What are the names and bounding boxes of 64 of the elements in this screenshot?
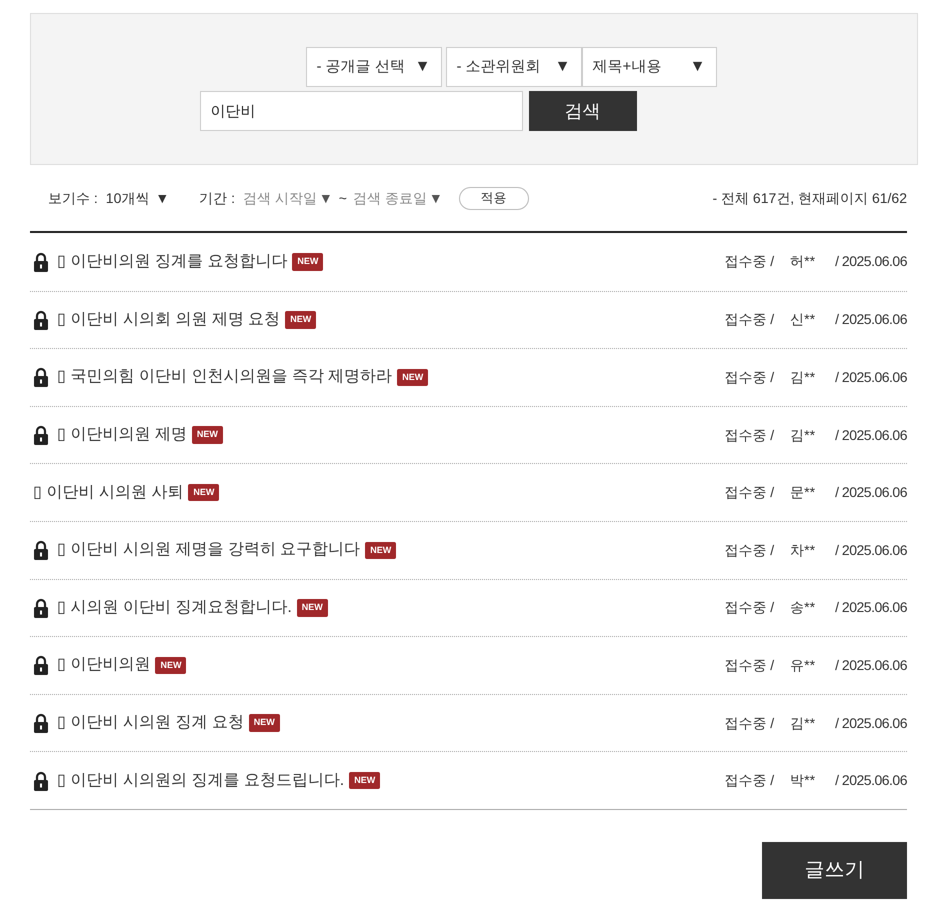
post-status: 접수중 / bbox=[724, 310, 774, 330]
new-badge: NEW bbox=[296, 599, 328, 617]
new-badge: NEW bbox=[188, 484, 220, 502]
post-title[interactable]: ▯ 이단비 시의원 징계 요청 bbox=[57, 711, 244, 736]
result-summary: - 전체 617건, 현재페이지 61/62 bbox=[712, 188, 907, 208]
write-button[interactable]: 글쓰기 bbox=[762, 842, 907, 899]
end-date-select[interactable]: 검색 종료일▼ bbox=[352, 188, 443, 208]
post-author: 유** bbox=[790, 656, 816, 675]
post-date: / 2025.06.06 bbox=[835, 368, 907, 387]
post-title[interactable]: ▯ 이단비의원 제명 bbox=[57, 423, 187, 448]
post-title[interactable]: ▯ 이단비 시의원의 징계를 요청드립니다. bbox=[57, 768, 344, 793]
post-author: 김** bbox=[790, 426, 816, 445]
post-author: 김** bbox=[790, 368, 816, 387]
post-title[interactable]: ▯ 이단비의원 bbox=[57, 653, 150, 678]
post-date: / 2025.06.06 bbox=[835, 714, 907, 733]
post-date: / 2025.06.06 bbox=[835, 483, 907, 502]
post-title[interactable]: ▯ 이단비 시의회 의원 제명 요청 bbox=[57, 308, 280, 332]
post-date: / 2025.06.06 bbox=[835, 252, 907, 272]
post-title[interactable]: ▯ 시의원 이단비 징계요청합니다. bbox=[57, 596, 292, 620]
post-title[interactable]: ▯ 이단비 시의원 제명을 강력히 요구합니다 bbox=[57, 538, 360, 562]
tilde: ~ bbox=[338, 188, 347, 208]
post-status: 접수중 / bbox=[724, 714, 774, 733]
post-status: 접수중 / bbox=[724, 483, 774, 502]
post-status: 접수중 / bbox=[724, 540, 774, 560]
post-title[interactable]: ▯ 이단비의원 징계를 요청합니다 bbox=[57, 250, 288, 274]
post-date: / 2025.06.06 bbox=[835, 310, 907, 330]
new-badge: NEW bbox=[285, 311, 316, 329]
post-date: / 2025.06.06 bbox=[835, 426, 907, 445]
post-date: / 2025.06.06 bbox=[835, 771, 907, 790]
new-badge: NEW bbox=[397, 368, 428, 386]
new-badge: NEW bbox=[192, 426, 223, 444]
post-date: / 2025.06.06 bbox=[835, 540, 907, 560]
filter-select[interactable]: - 소관위원회 ▼ bbox=[446, 47, 582, 87]
post-title[interactable]: ▯ 국민의힘 이단비 인천시의원을 즉각 제명하라 bbox=[57, 365, 392, 390]
new-badge: NEW bbox=[349, 772, 380, 790]
per-page-select[interactable]: 10개씩 ▼ bbox=[106, 188, 170, 208]
post-author: 송** bbox=[790, 598, 816, 618]
post-status: 접수중 / bbox=[724, 426, 774, 445]
filter-select[interactable]: - 공개글 선택 ▼ bbox=[306, 47, 442, 87]
new-badge: NEW bbox=[292, 253, 324, 271]
post-status: 접수중 / bbox=[724, 598, 774, 618]
post-status: 접수중 / bbox=[724, 771, 774, 790]
post-author: 허** bbox=[790, 252, 816, 272]
post-author: 박** bbox=[790, 771, 816, 790]
post-date: / 2025.06.06 bbox=[835, 598, 907, 618]
period-label: 기간 : bbox=[199, 188, 235, 208]
start-date-select[interactable]: 검색 시작일▼ bbox=[243, 188, 333, 208]
post-author: 신** bbox=[790, 310, 816, 330]
new-badge: NEW bbox=[155, 656, 186, 674]
filter-select[interactable]: 제목+내용 ▼ bbox=[582, 47, 716, 87]
post-status: 접수중 / bbox=[724, 656, 774, 675]
apply-button[interactable]: 적용 bbox=[458, 186, 529, 210]
new-badge: NEW bbox=[365, 542, 396, 560]
new-badge: NEW bbox=[248, 714, 280, 732]
post-author: 문** bbox=[790, 483, 816, 502]
search-field[interactable]: 이단비 bbox=[200, 91, 522, 131]
per-page-label: 보기수 : bbox=[48, 188, 98, 208]
post-date: / 2025.06.06 bbox=[835, 656, 907, 675]
post-status: 접수중 / bbox=[724, 252, 774, 272]
post-status: 접수중 / bbox=[724, 368, 774, 387]
search-button[interactable]: 검색 bbox=[528, 91, 636, 131]
post-author: 차** bbox=[790, 540, 816, 560]
post-author: 김** bbox=[790, 714, 816, 733]
post-title[interactable]: ▯ 이단비 시의원 사퇴 bbox=[33, 480, 184, 505]
